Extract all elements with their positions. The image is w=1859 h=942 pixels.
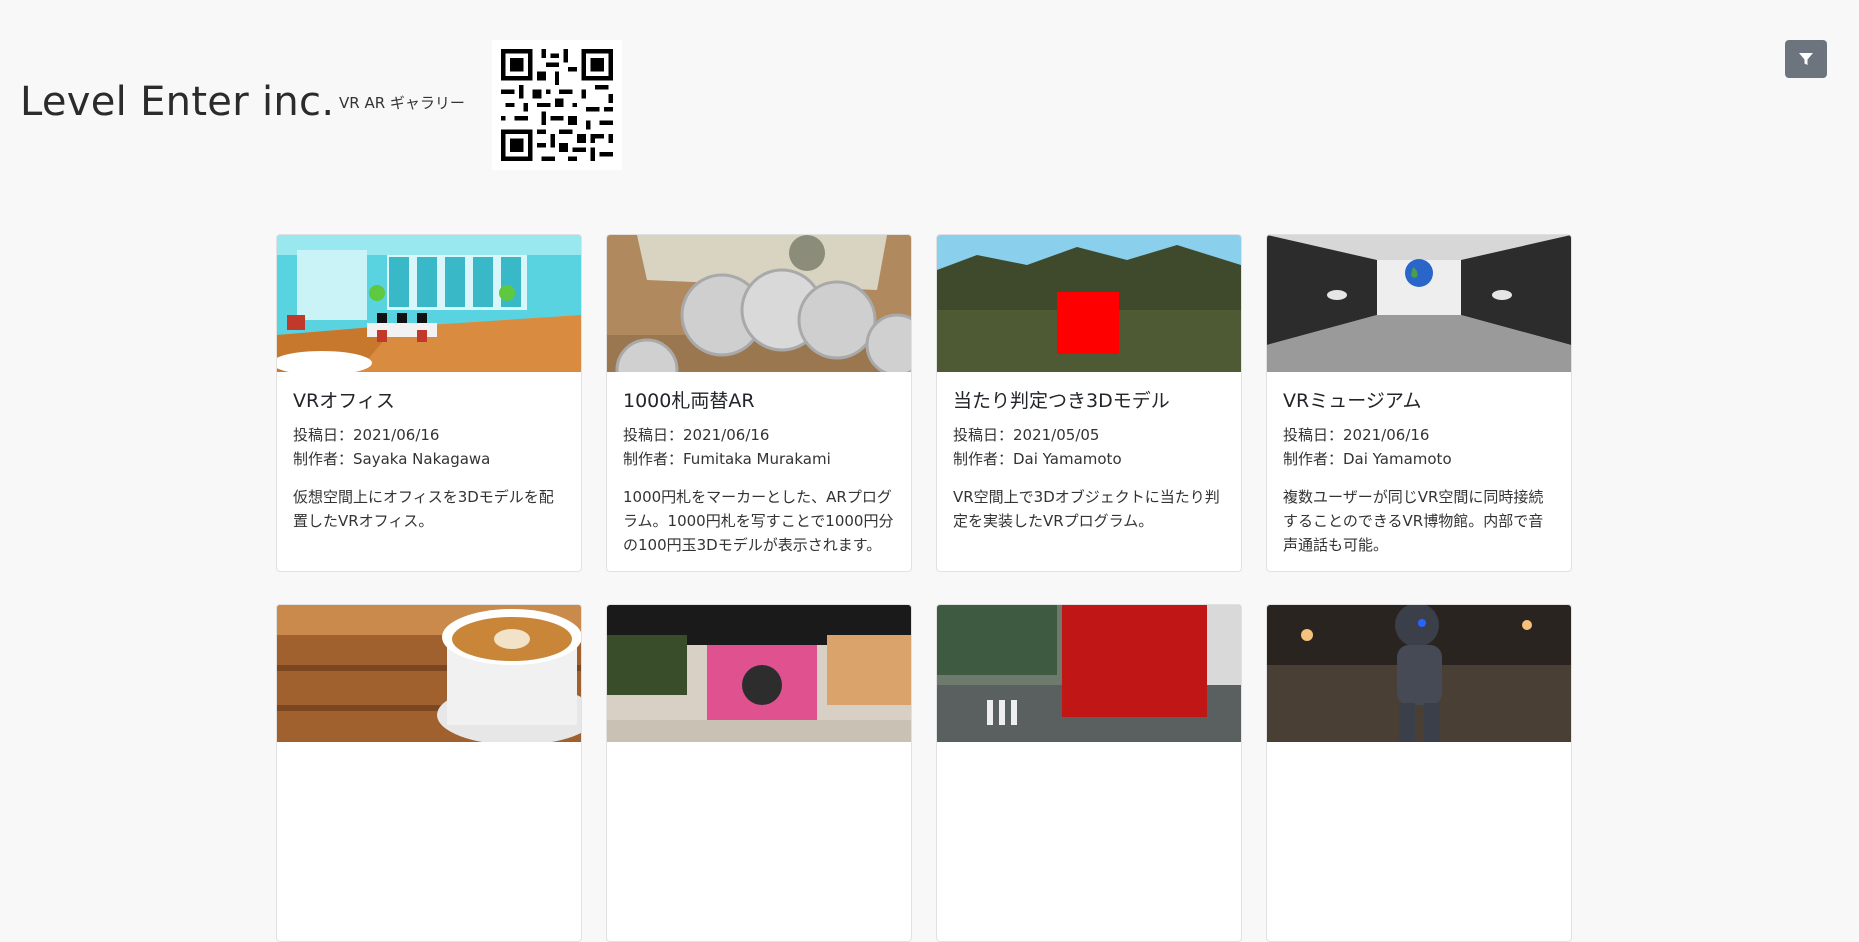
card-post-date: 投稿日：2021/06/16 xyxy=(293,426,440,444)
card-thumbnail-astronaut[interactable] xyxy=(1267,605,1571,742)
card-author: 制作者：Dai Yamamoto xyxy=(1283,450,1452,468)
card-author: 制作者：Fumitaka Murakami xyxy=(623,450,831,468)
filter-button[interactable] xyxy=(1785,40,1827,78)
card-author: 制作者：Sayaka Nakagawa xyxy=(293,450,491,468)
card-title: VRオフィス xyxy=(293,390,395,412)
card-thumbnail-1000-yen-exchange[interactable] xyxy=(607,235,911,372)
card-thumbnail-collision-model[interactable] xyxy=(937,235,1241,372)
gallery-grid: VRオフィス 投稿日：2021/06/16 制作者：Sayaka Nakagaw… xyxy=(276,234,1572,942)
filter-icon xyxy=(1799,53,1813,65)
gallery-card[interactable] xyxy=(276,604,582,942)
card-description: 1000円札をマーカーとした、ARプログラム。1000円札を写すことで1000円… xyxy=(623,488,894,554)
card-description: 複数ユーザーが同じVR空間に同時接続することのできるVR博物館。内部で音声通話も… xyxy=(1283,488,1544,554)
card-thumbnail-vr-gallery[interactable] xyxy=(607,605,911,742)
gallery-card[interactable] xyxy=(1266,604,1572,942)
brand-title: Level Enter inc. xyxy=(20,79,335,125)
gallery-tagline: VR AR ギャラリー xyxy=(339,94,465,112)
gallery-card[interactable]: 1000札両替AR 投稿日：2021/06/16 制作者：Fumitaka Mu… xyxy=(606,234,912,572)
gallery-card[interactable] xyxy=(606,604,912,942)
gallery-card[interactable]: VRオフィス 投稿日：2021/06/16 制作者：Sayaka Nakagaw… xyxy=(276,234,582,572)
card-description: 仮想空間上にオフィスを3Dモデルを配置したVRオフィス。 xyxy=(293,488,554,530)
qr-code-image xyxy=(492,40,622,170)
card-thumbnail-coffee[interactable] xyxy=(277,605,581,742)
card-thumbnail-vr-museum[interactable] xyxy=(1267,235,1571,372)
card-title: VRミュージアム xyxy=(1283,390,1422,412)
card-thumbnail-vr-office[interactable] xyxy=(277,235,581,372)
card-title: 1000札両替AR xyxy=(623,390,755,412)
card-author: 制作者：Dai Yamamoto xyxy=(953,450,1122,468)
card-post-date: 投稿日：2021/06/16 xyxy=(623,426,770,444)
card-post-date: 投稿日：2021/05/05 xyxy=(953,426,1100,444)
card-thumbnail-street-ar[interactable] xyxy=(937,605,1241,742)
card-description: VR空間上で3Dオブジェクトに当たり判定を実装したVRプログラム。 xyxy=(953,488,1220,530)
gallery-card[interactable] xyxy=(936,604,1242,942)
gallery-card[interactable]: VRミュージアム 投稿日：2021/06/16 制作者：Dai Yamamoto… xyxy=(1266,234,1572,572)
card-post-date: 投稿日：2021/06/16 xyxy=(1283,426,1430,444)
card-title: 当たり判定つき3Dモデル xyxy=(953,390,1170,412)
gallery-card[interactable]: 当たり判定つき3Dモデル 投稿日：2021/05/05 制作者：Dai Yama… xyxy=(936,234,1242,572)
